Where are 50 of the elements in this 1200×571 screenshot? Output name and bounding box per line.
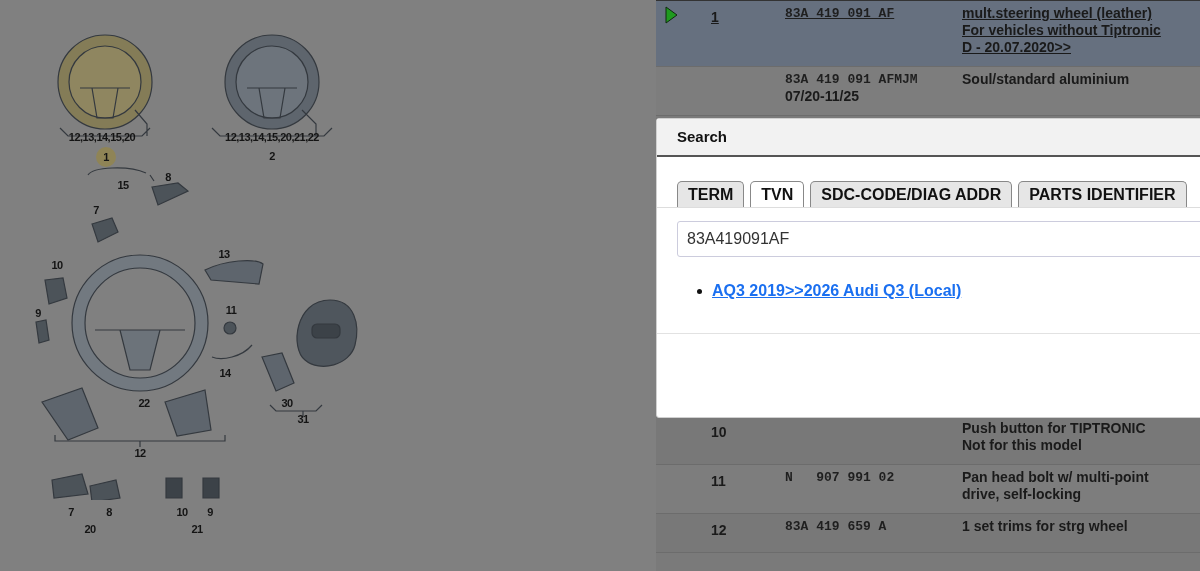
- callout-number[interactable]: 10: [175, 505, 189, 519]
- part-description: mult.steering wheel (leather): [962, 5, 1152, 22]
- position-number: 10: [711, 424, 727, 440]
- callout-number[interactable]: 13: [217, 247, 231, 261]
- callout-number[interactable]: 10: [50, 258, 64, 272]
- callout-number[interactable]: 12,13,14,15,20,21,22: [224, 130, 320, 144]
- part-description: Soul/standard aluminium: [962, 71, 1130, 88]
- callout-number[interactable]: 8: [164, 170, 172, 184]
- part-description: drive, self-locking: [962, 486, 1082, 503]
- callout-number[interactable]: 22: [137, 396, 151, 410]
- part-number: 83A 419 091 AFMJM: [785, 71, 918, 88]
- part-description: For vehicles without Tiptronic: [962, 22, 1161, 39]
- callout-number[interactable]: 9: [206, 505, 214, 519]
- bullet-icon: [697, 288, 702, 294]
- position-number: 1: [711, 9, 719, 25]
- part-description: Pan head bolt w/ multi-point: [962, 469, 1149, 486]
- search-field[interactable]: 83A419091AF: [677, 221, 1200, 257]
- callout-number[interactable]: 15: [116, 178, 130, 192]
- callout-number[interactable]: 11: [224, 303, 238, 317]
- part-number: 83A 419 091 AF: [785, 5, 895, 22]
- position-number: 11: [711, 473, 726, 489]
- callout-number[interactable]: 12,13,14,15,20: [67, 130, 137, 144]
- search-tab[interactable]: SDC-CODE/DIAG ADDR: [810, 181, 1013, 207]
- position-number: 12: [711, 522, 727, 538]
- search-tab[interactable]: TVN: [750, 181, 805, 207]
- part-number: 83A 419 659 A: [785, 518, 887, 535]
- callout-number[interactable]: 21: [190, 522, 204, 536]
- callout-number[interactable]: 20: [83, 522, 97, 536]
- parts-table-row[interactable]: 1 83A 419 091 AF mult.steering wheel (leather) For vehicles without Tiptronic D - 20.07.2020>>: [656, 1, 1200, 67]
- callout-number[interactable]: 2: [268, 149, 276, 163]
- callout-number[interactable]: 8: [105, 505, 113, 519]
- part-number: N 907 991 02: [785, 469, 895, 486]
- callout-number[interactable]: 31: [296, 412, 310, 426]
- part-description: 1 set trims for strg wheel: [962, 518, 1128, 535]
- part-description: Not for this model: [962, 437, 1082, 454]
- date-range: 07/20-11/25: [785, 88, 859, 105]
- callout-number[interactable]: 1: [96, 147, 116, 167]
- search-tab[interactable]: PARTS IDENTIFIER: [1018, 181, 1187, 207]
- callout-number[interactable]: 12: [133, 446, 147, 460]
- result-link[interactable]: AQ3 2019>>2026 Audi Q3 (Local): [712, 279, 962, 303]
- part-description: D - 20.07.2020>>: [962, 39, 1071, 56]
- callout-number[interactable]: 30: [280, 396, 294, 410]
- callout-number[interactable]: 7: [67, 505, 75, 519]
- callout-number[interactable]: 9: [34, 306, 42, 320]
- part-description: Push button for TIPTRONIC: [962, 420, 1146, 437]
- play-arrow-icon: [665, 6, 678, 24]
- callout-number[interactable]: 14: [218, 366, 232, 380]
- dialog-title: Search: [677, 126, 728, 147]
- search-tab[interactable]: TERM: [677, 181, 745, 207]
- callout-number[interactable]: 7: [92, 203, 100, 217]
